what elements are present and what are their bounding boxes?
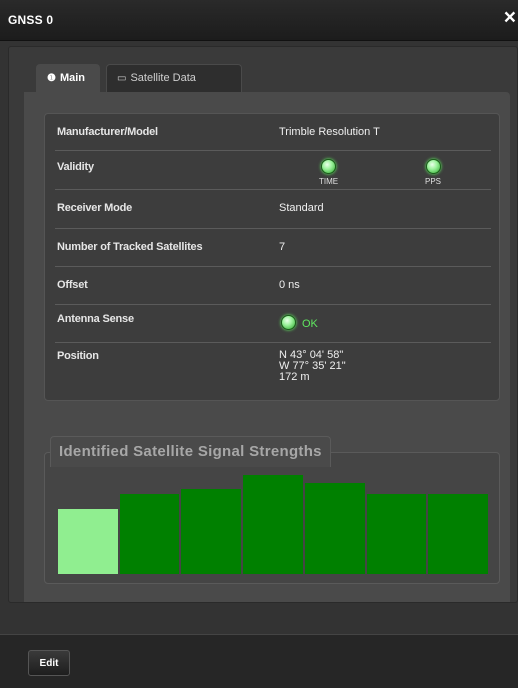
offset-value: 0 ns [279, 279, 300, 291]
gnss-dialog: GNSS 0 × ❶ Main ▭ Satellite Data Manufactu… [0, 0, 518, 688]
position-label: Position [57, 350, 99, 362]
dialog-footer [0, 634, 518, 688]
tracked-satellites-label: Number of Tracked Satellites [57, 241, 203, 253]
dialog-title: GNSS 0 [8, 13, 54, 27]
title-bar: GNSS 0 × [0, 0, 518, 41]
validity-label: Validity [57, 161, 94, 173]
manufacturer-label: Manufacturer/Model [57, 126, 158, 138]
antenna-sense-value: OK [281, 315, 318, 333]
tab-main[interactable]: ❶ Main [36, 64, 100, 92]
pps-led-icon [425, 159, 441, 174]
antenna-led-icon [281, 315, 296, 330]
time-caption: TIME [319, 177, 339, 186]
offset-label: Offset [57, 279, 88, 291]
close-icon[interactable]: × [504, 6, 516, 30]
time-led-icon [321, 159, 337, 174]
pps-indicator: PPS [425, 159, 441, 186]
row-position: Position N 43° 04' 58" W 77° 35' 21" 172… [55, 343, 491, 399]
signal-bar-1 [58, 509, 118, 574]
edit-button[interactable]: Edit [28, 650, 70, 676]
row-validity: Validity TIME PPS [55, 151, 491, 190]
antenna-sense-label: Antenna Sense [57, 313, 134, 325]
manufacturer-value: Trimble Resolution T [279, 126, 380, 138]
signal-bar-5 [304, 483, 365, 574]
signal-bar-4 [243, 475, 303, 574]
tab-satellite-data[interactable]: ▭ Satellite Data [106, 64, 242, 92]
info-table: Manufacturer/Model Trimble Resolution T … [44, 113, 500, 401]
tab-satellite-data-label: Satellite Data [130, 72, 196, 84]
info-icon: ❶ [47, 73, 56, 84]
pps-caption: PPS [425, 177, 442, 186]
row-antenna-sense: Antenna Sense OK [55, 305, 491, 343]
tracked-satellites-value: 7 [279, 241, 286, 253]
image-icon: ▭ [117, 73, 127, 84]
signal-bar-2 [119, 494, 180, 574]
antenna-ok-text: OK [302, 318, 318, 330]
receiver-mode-value: Standard [279, 202, 324, 214]
chart-title: Identified Satellite Signal Strengths [50, 436, 331, 467]
position-value: N 43° 04' 58" W 77° 35' 21" 172 m [279, 350, 346, 383]
row-receiver-mode: Receiver Mode Standard [55, 190, 491, 229]
row-offset: Offset 0 ns [55, 267, 491, 305]
row-manufacturer: Manufacturer/Model Trimble Resolution T [55, 114, 491, 151]
signal-bar-3 [181, 489, 242, 574]
position-altitude: 172 m [279, 371, 310, 383]
tab-main-label: Main [59, 72, 86, 84]
signal-strength-chart [58, 466, 490, 574]
signal-bar-7 [428, 494, 488, 574]
receiver-mode-label: Receiver Mode [57, 202, 133, 214]
signal-bar-6 [366, 494, 427, 574]
row-tracked-satellites: Number of Tracked Satellites 7 [55, 229, 491, 267]
time-indicator: TIME [319, 159, 338, 186]
